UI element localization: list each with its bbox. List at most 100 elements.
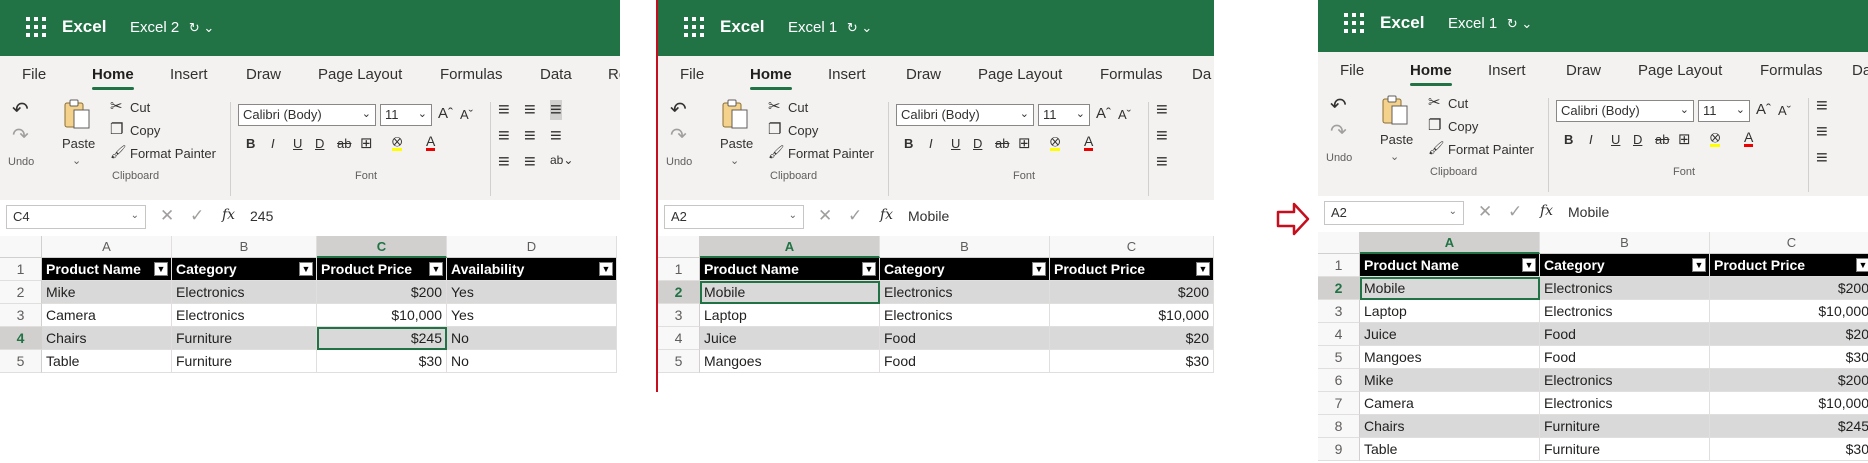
strikethrough-button[interactable]: ab: [1655, 132, 1669, 147]
table-cell[interactable]: Laptop: [700, 304, 880, 327]
cancel-icon[interactable]: ✕: [160, 206, 174, 226]
row-header-3[interactable]: 3: [1318, 300, 1360, 323]
row-header-4[interactable]: 4: [658, 327, 700, 350]
name-box[interactable]: C4 ⌄: [6, 205, 146, 229]
table-header-cell[interactable]: Category ▼: [172, 258, 317, 281]
table-header-cell[interactable]: Product Name ▼: [1360, 254, 1540, 277]
table-cell[interactable]: Camera: [1360, 392, 1540, 415]
tab-file[interactable]: File: [1340, 62, 1364, 79]
font-name-select[interactable]: Calibri (Body) ⌄: [896, 104, 1034, 126]
italic-button[interactable]: I: [271, 136, 275, 151]
table-cell[interactable]: $30: [1710, 346, 1868, 369]
row-header-4[interactable]: 4: [0, 327, 42, 350]
copy-icon[interactable]: ❐: [1428, 118, 1441, 133]
align-top-icon[interactable]: ≡: [498, 100, 510, 120]
align-center-icon[interactable]: ≡: [524, 126, 536, 146]
undo-icon[interactable]: ↶: [670, 100, 687, 120]
format-painter-button[interactable]: Format Painter: [130, 146, 216, 161]
scissors-icon[interactable]: ✂: [110, 99, 123, 114]
row-header-5[interactable]: 5: [1318, 346, 1360, 369]
font-name-select[interactable]: Calibri (Body) ⌄: [1556, 100, 1694, 122]
paste-icon[interactable]: [720, 98, 750, 133]
table-cell[interactable]: $30: [1050, 350, 1214, 373]
borders-icon[interactable]: ⊞: [1678, 132, 1691, 147]
formula-input[interactable]: Mobile: [1568, 204, 1609, 220]
table-cell[interactable]: $200: [317, 281, 447, 304]
document-name[interactable]: Excel 1 ↻ ⌄: [1448, 15, 1532, 32]
row-header-6[interactable]: 6: [1318, 369, 1360, 392]
row-header-4[interactable]: 4: [1318, 323, 1360, 346]
table-cell[interactable]: Yes: [447, 281, 617, 304]
tab-file[interactable]: File: [22, 66, 46, 83]
table-cell[interactable]: Juice: [700, 327, 880, 350]
name-box[interactable]: A2 ⌄: [1324, 201, 1464, 225]
row-header-3[interactable]: 3: [658, 304, 700, 327]
column-header-a[interactable]: A: [42, 236, 172, 258]
enter-icon[interactable]: ✓: [1508, 202, 1522, 222]
borders-icon[interactable]: ⊞: [360, 136, 373, 151]
table-cell[interactable]: Table: [42, 350, 172, 373]
bold-button[interactable]: B: [904, 136, 913, 151]
tab-formulas[interactable]: Formulas: [1100, 66, 1163, 83]
tab-draw[interactable]: Draw: [906, 66, 941, 83]
fill-color-icon[interactable]: ⭙: [392, 135, 403, 151]
filter-dropdown-icon[interactable]: ▼: [299, 262, 313, 276]
column-header-c[interactable]: C: [1710, 232, 1868, 254]
row-header-2[interactable]: 2: [1318, 277, 1360, 300]
font-color-icon[interactable]: A: [426, 134, 436, 151]
orientation-icon[interactable]: ab⌄: [550, 154, 573, 166]
column-header-d[interactable]: D: [447, 236, 617, 258]
cancel-icon[interactable]: ✕: [818, 206, 832, 226]
indent-icon[interactable]: ≡: [498, 152, 510, 172]
tab-da[interactable]: Da: [1852, 62, 1868, 79]
paste-button[interactable]: Paste: [720, 136, 753, 151]
scissors-icon[interactable]: ✂: [1428, 95, 1441, 110]
filter-dropdown-icon[interactable]: ▼: [862, 262, 876, 276]
column-header-c[interactable]: C: [317, 236, 447, 258]
underline-button[interactable]: U: [293, 136, 302, 151]
table-cell[interactable]: No: [447, 350, 617, 373]
table-cell[interactable]: Furniture: [1540, 415, 1710, 438]
align-left-icon[interactable]: ≡: [498, 126, 510, 146]
formula-input[interactable]: Mobile: [908, 208, 949, 224]
table-cell[interactable]: Electronics: [172, 304, 317, 327]
tab-formulas[interactable]: Formulas: [440, 66, 503, 83]
table-cell[interactable]: Mike: [1360, 369, 1540, 392]
tab-page-layout[interactable]: Page Layout: [978, 66, 1062, 83]
tab-data[interactable]: Data: [540, 66, 572, 83]
table-cell[interactable]: Yes: [447, 304, 617, 327]
select-all-corner[interactable]: [1318, 232, 1360, 254]
table-cell[interactable]: $20: [1050, 327, 1214, 350]
scissors-icon[interactable]: ✂: [768, 99, 781, 114]
shrink-font-icon[interactable]: Aˇ: [1118, 108, 1131, 121]
row-header-2[interactable]: 2: [658, 281, 700, 304]
font-color-icon[interactable]: A: [1084, 134, 1094, 151]
table-cell[interactable]: $245: [1710, 415, 1868, 438]
table-cell[interactable]: $10,000: [1710, 392, 1868, 415]
table-cell[interactable]: $200: [1710, 277, 1868, 300]
tab-insert[interactable]: Insert: [1488, 62, 1526, 79]
name-box[interactable]: A2 ⌄: [664, 205, 804, 229]
font-size-select[interactable]: 11 ⌄: [380, 104, 432, 126]
format-painter-button[interactable]: Format Painter: [788, 146, 874, 161]
tab-page-layout[interactable]: Page Layout: [1638, 62, 1722, 79]
table-cell[interactable]: Juice: [1360, 323, 1540, 346]
indent-icon[interactable]: ≡: [1156, 152, 1168, 172]
shrink-font-icon[interactable]: Aˇ: [1778, 104, 1791, 117]
filter-dropdown-icon[interactable]: ▼: [1692, 258, 1706, 272]
filter-dropdown-icon[interactable]: ▼: [1522, 258, 1536, 272]
table-cell[interactable]: $200: [1050, 281, 1214, 304]
undo-icon[interactable]: ↶: [1330, 96, 1347, 116]
font-name-select[interactable]: Calibri (Body) ⌄: [238, 104, 376, 126]
brush-icon[interactable]: 🖌: [1428, 141, 1445, 154]
column-header-c[interactable]: C: [1050, 236, 1214, 258]
double-underline-button[interactable]: D: [1633, 132, 1642, 147]
borders-icon[interactable]: ⊞: [1018, 136, 1031, 151]
tab-insert[interactable]: Insert: [170, 66, 208, 83]
bold-button[interactable]: B: [246, 136, 255, 151]
align-middle-icon[interactable]: ≡: [524, 100, 536, 120]
align-right-icon[interactable]: ≡: [550, 126, 562, 146]
align-top-icon[interactable]: ≡: [1156, 100, 1168, 120]
table-header-cell[interactable]: Availability ▼: [447, 258, 617, 281]
row-header-1[interactable]: 1: [1318, 254, 1360, 277]
